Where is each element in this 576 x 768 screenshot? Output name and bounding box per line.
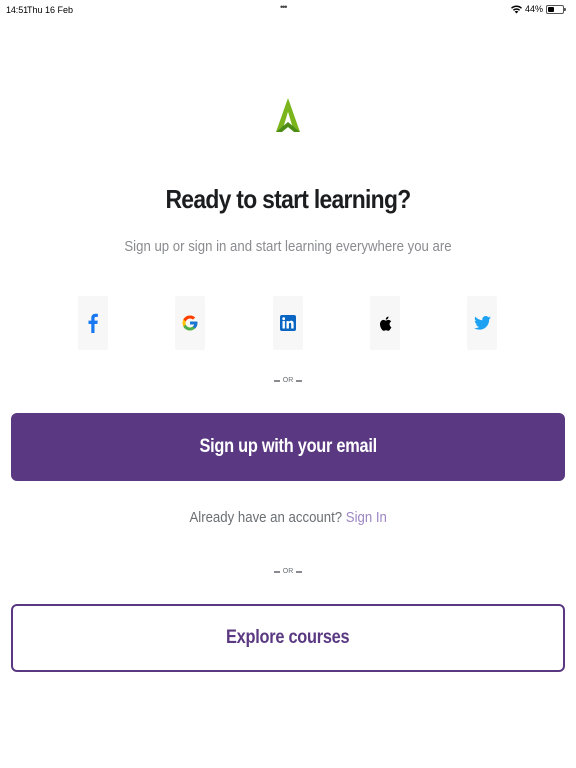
apple-login-button[interactable] (370, 296, 400, 350)
signin-link[interactable]: Sign In (346, 509, 387, 526)
apple-icon (379, 316, 392, 331)
signin-prompt: Already have an account? Sign In (0, 509, 576, 526)
google-icon (182, 315, 198, 331)
facebook-icon (88, 313, 98, 333)
or-separator: OR (0, 568, 576, 575)
social-login-row (0, 296, 576, 350)
multitasking-dots[interactable]: ••• (280, 2, 288, 12)
signin-prompt-text: Already have an account? (189, 509, 342, 526)
linkedin-icon (280, 315, 296, 331)
battery-percentage: 44% (524, 4, 543, 14)
page-subtitle: Sign up or sign in and start learning ev… (124, 238, 452, 255)
status-indicators: 44% (510, 4, 566, 14)
battery-level (548, 6, 555, 12)
signup-email-button[interactable]: Sign up with your email (11, 413, 565, 481)
explore-courses-button[interactable]: Explore courses (11, 604, 565, 672)
status-bar: 14:51 Thu 16 Feb ••• 44% (0, 0, 576, 22)
signup-email-label: Sign up with your email (199, 436, 377, 457)
facebook-login-button[interactable] (78, 296, 108, 350)
separator-line (273, 379, 280, 382)
separator-line (296, 379, 303, 382)
twitter-icon (473, 316, 491, 330)
status-time: 14:51 (6, 5, 29, 15)
explore-courses-label: Explore courses (226, 627, 350, 648)
separator-line (296, 570, 303, 573)
linkedin-login-button[interactable] (273, 296, 303, 350)
google-login-button[interactable] (175, 296, 205, 350)
battery-icon (546, 4, 566, 14)
wifi-icon (510, 5, 522, 13)
page-title: Ready to start learning? (165, 184, 411, 214)
brand-logo-icon (276, 98, 300, 132)
twitter-login-button[interactable] (467, 296, 497, 350)
or-label: OR (282, 377, 294, 384)
status-date: Thu 16 Feb (27, 5, 74, 15)
or-separator: OR (0, 377, 576, 384)
or-label: OR (282, 568, 294, 575)
separator-line (273, 570, 280, 573)
